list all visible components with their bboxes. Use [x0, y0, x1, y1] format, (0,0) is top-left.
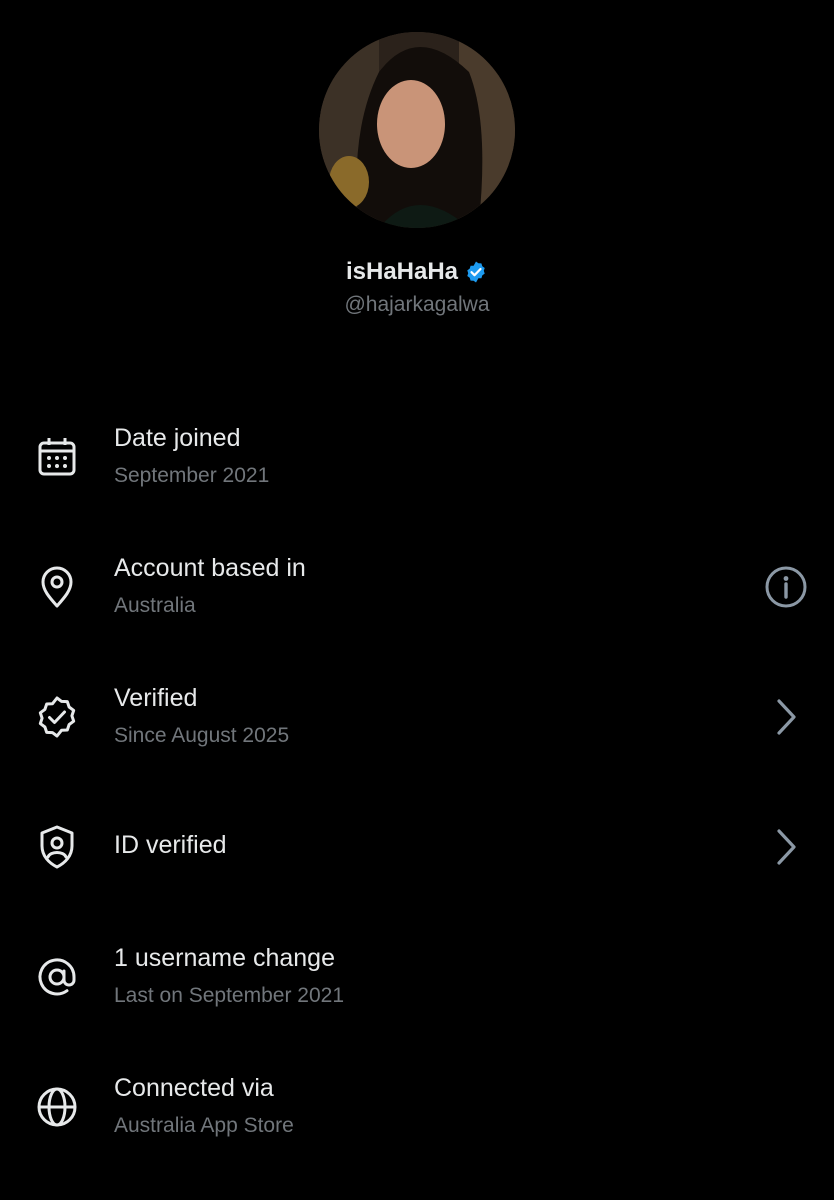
row-title: Verified [114, 684, 198, 712]
row-verified[interactable]: Verified Since August 2025 [0, 660, 834, 780]
verified-badge-icon [38, 696, 76, 738]
location-pin-icon [41, 566, 73, 608]
row-title: ID verified [114, 831, 227, 859]
row-username-change: 1 username change Last on September 2021 [0, 920, 834, 1040]
globe-icon [37, 1087, 77, 1127]
row-title: Account based in [114, 554, 306, 582]
row-connected-via: Connected via Australia App Store [0, 1050, 834, 1170]
info-icon[interactable] [764, 565, 808, 609]
row-title: 1 username change [114, 944, 335, 972]
row-subtitle: Australia App Store [114, 1114, 294, 1137]
row-subtitle: September 2021 [114, 464, 270, 487]
profile-name-row: isHaHaHa [0, 258, 834, 286]
row-account-based-in: Account based in Australia [0, 530, 834, 650]
at-sign-icon [38, 958, 76, 996]
chevron-right-icon[interactable] [764, 825, 808, 869]
row-subtitle: Since August 2025 [114, 724, 290, 747]
row-subtitle: Last on September 2021 [114, 984, 344, 1007]
row-title: Date joined [114, 424, 241, 452]
avatar[interactable] [319, 32, 515, 228]
chevron-right-icon[interactable] [764, 695, 808, 739]
profile-handle: @hajarkagalwa [344, 293, 490, 316]
row-title: Connected via [114, 1074, 274, 1102]
row-id-verified[interactable]: ID verified [0, 790, 834, 910]
row-subtitle: Australia [114, 594, 196, 617]
id-shield-icon [40, 825, 74, 869]
verified-badge-icon [467, 261, 485, 283]
display-name: isHaHaHa [345, 258, 459, 285]
row-date-joined: Date joined September 2021 [0, 400, 834, 520]
calendar-icon [38, 438, 76, 476]
